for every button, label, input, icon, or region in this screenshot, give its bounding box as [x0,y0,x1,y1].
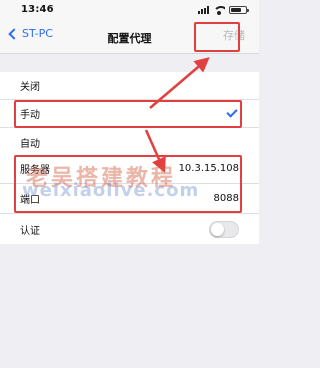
battery-icon [229,6,249,14]
auth-row: 认证 [0,214,259,244]
option-off[interactable]: 关闭 [0,72,259,100]
signal-icon [198,6,209,14]
toggle-knob [211,222,224,236]
save-highlight-box [194,22,240,52]
status-time: 13:46 [21,4,54,15]
option-label: 自动 [20,138,40,150]
option-auto[interactable]: 自动 [0,128,259,156]
watermark-url: weixiaolive.com [22,180,200,201]
auth-toggle[interactable] [209,220,239,238]
status-bar: 13:46 [0,0,259,20]
wifi-icon [213,5,225,15]
status-icons [198,5,249,15]
manual-highlight-box [14,100,242,128]
option-label: 关闭 [20,82,40,93]
auth-label: 认证 [20,225,40,237]
